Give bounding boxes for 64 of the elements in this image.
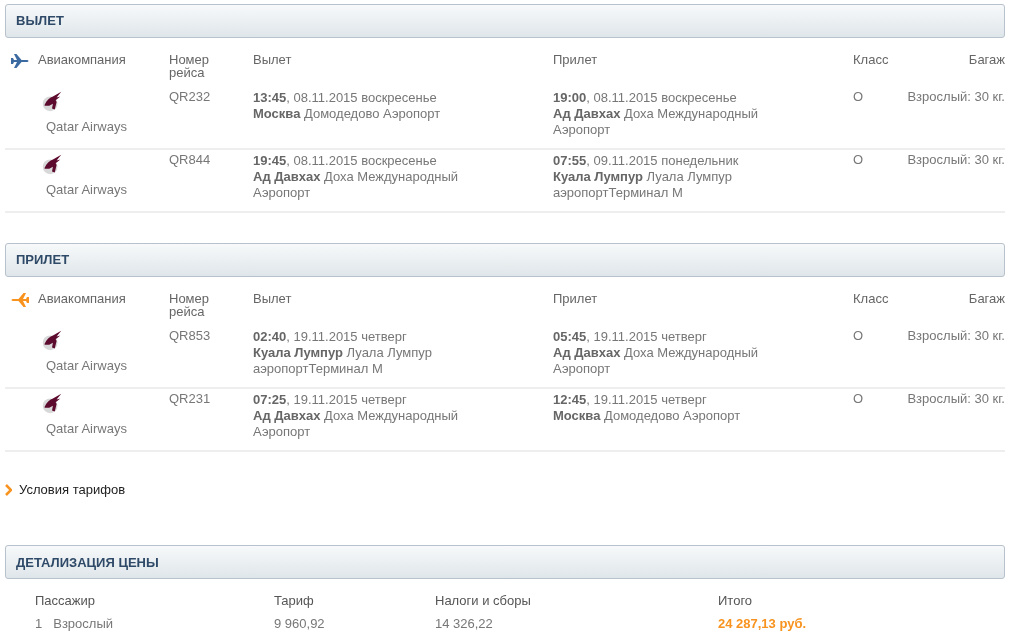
fare-rules-link[interactable]: Условия тарифов [5, 480, 126, 500]
section-title: ВЫЛЕТ [16, 12, 64, 31]
airport-name: Куала Лумпур Луала Лумпур аэропортТерминал M [553, 169, 733, 201]
airport-name: Ад Давхах Доха Международный Аэропорт [253, 408, 460, 440]
flight-number: QR844 [169, 152, 211, 167]
column-header: Тариф [274, 593, 314, 609]
flight-time: 07:25, 19.11.2015 четверг [253, 392, 408, 408]
fare-class: O [853, 89, 864, 104]
flight-number: QR853 [169, 328, 211, 343]
fare-class: O [853, 152, 864, 167]
flight-number: QR231 [169, 391, 211, 406]
chevron-icon [5, 483, 12, 496]
airport-name: Москва Домодедово Аэропорт [553, 408, 742, 424]
airport-name: Куала Лумпур Луала Лумпур аэропортТерминал M [253, 345, 433, 377]
airplane-icon [10, 53, 30, 69]
passenger-type: Взрослый [53, 616, 114, 633]
total-price: 24 287,13 руб. [718, 616, 807, 632]
column-header: Номер рейса [169, 52, 209, 80]
airline-name: Qatar Airways [45, 181, 127, 198]
column-header: Пассажир [35, 593, 95, 609]
column-header: Багаж [968, 52, 1005, 67]
column-header: Налоги и сборы [435, 593, 531, 609]
airport-name: Москва Домодедово Аэропорт [253, 106, 442, 122]
flight-time: 19:45, 08.11.2015 воскресенье [253, 153, 438, 169]
column-header: Авиакомпания [38, 52, 126, 67]
section-title: ПРИЛЕТ [16, 251, 70, 270]
airport-name: Ад Давхах Доха Международный Аэропорт [253, 169, 460, 201]
fare-class: O [853, 391, 864, 406]
flight-number: QR232 [169, 89, 211, 104]
column-header: Прилет [553, 291, 598, 306]
column-header: Итого [718, 593, 753, 609]
airline-name: Qatar Airways [45, 357, 127, 374]
airport-name: Ад Давхах Доха Международный Аэропорт [553, 106, 760, 138]
baggage-allowance: Взрослый: 30 кг. [907, 89, 1005, 104]
airline-logo-icon [40, 90, 64, 114]
flight-time: 13:45, 08.11.2015 воскресенье [253, 90, 438, 106]
flight-time: 07:55, 09.11.2015 понедельник [553, 153, 740, 169]
column-header: Вылет [253, 291, 292, 306]
airport-name: Ад Давхах Доха Международный Аэропорт [553, 345, 760, 377]
flight-time: 12:45, 19.11.2015 четверг [553, 392, 708, 408]
column-header: Класс [853, 291, 889, 306]
airline-logo-icon [40, 153, 64, 177]
column-header: Авиакомпания [38, 291, 126, 306]
column-header: Прилет [553, 52, 598, 67]
passenger-number: 1 [35, 616, 43, 633]
column-header: Багаж [968, 291, 1005, 306]
flight-time: 05:45, 19.11.2015 четверг [553, 329, 708, 345]
fare-class: O [853, 328, 864, 343]
column-header: Номер рейса [169, 291, 209, 319]
airline-logo-icon [40, 329, 64, 353]
section-title: ДЕТАЛИЗАЦИЯ ЦЕНЫ [16, 553, 159, 572]
airplane-icon [10, 292, 30, 308]
taxes-amount: 14 326,22 [435, 616, 493, 632]
baggage-allowance: Взрослый: 30 кг. [907, 328, 1005, 343]
baggage-allowance: Взрослый: 30 кг. [907, 152, 1005, 167]
fare-amount: 9 960,92 [274, 616, 325, 632]
airline-logo-icon [40, 392, 64, 416]
baggage-allowance: Взрослый: 30 кг. [907, 391, 1005, 406]
flight-time: 19:00, 08.11.2015 воскресенье [553, 90, 738, 106]
airline-name: Qatar Airways [45, 118, 127, 135]
column-header: Класс [853, 52, 889, 67]
flight-time: 02:40, 19.11.2015 четверг [253, 329, 408, 345]
column-header: Вылет [253, 52, 292, 67]
airline-name: Qatar Airways [45, 420, 127, 437]
